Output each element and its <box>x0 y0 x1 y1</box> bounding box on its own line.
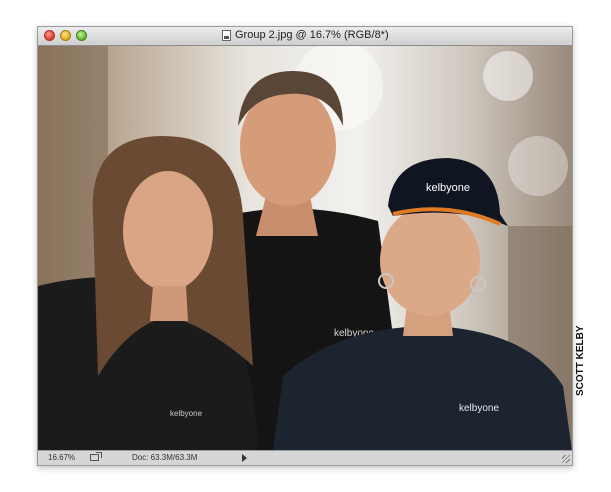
woman-right-shirt-logo: kelbyone <box>459 403 499 414</box>
group-photo: kelbyone kelbyone kelbyone kelbyone <box>38 46 572 451</box>
photo-credit: SCOTT KELBY <box>575 325 586 396</box>
zoom-button[interactable] <box>76 30 87 41</box>
minimize-button[interactable] <box>60 30 71 41</box>
cap-logo: kelbyone <box>426 182 470 194</box>
title-bar[interactable]: Group 2.jpg @ 16.7% (RGB/8*) <box>38 27 572 46</box>
woman-left-neck <box>150 286 188 321</box>
export-icon[interactable] <box>90 452 102 461</box>
image-canvas[interactable]: kelbyone kelbyone kelbyone kelbyone <box>38 46 572 451</box>
status-menu-arrow-icon[interactable] <box>242 454 247 462</box>
window-title: Group 2.jpg @ 16.7% (RGB/8*) <box>235 29 389 41</box>
bokeh-light <box>483 51 533 101</box>
woman-left-face <box>123 171 213 291</box>
resize-grip-icon[interactable] <box>562 455 570 463</box>
woman-left-shirt-logo: kelbyone <box>170 409 203 418</box>
zoom-level[interactable]: 16.67% <box>48 453 75 462</box>
bokeh-light <box>508 136 568 196</box>
status-bar: 16.67% Doc: 63.3M/63.3M <box>38 450 572 465</box>
close-button[interactable] <box>44 30 55 41</box>
document-window: Group 2.jpg @ 16.7% (RGB/8*) kelbyone ke… <box>37 26 573 466</box>
document-size: Doc: 63.3M/63.3M <box>132 453 198 462</box>
document-proxy-icon[interactable] <box>222 30 231 41</box>
woman-right-face <box>380 206 480 316</box>
